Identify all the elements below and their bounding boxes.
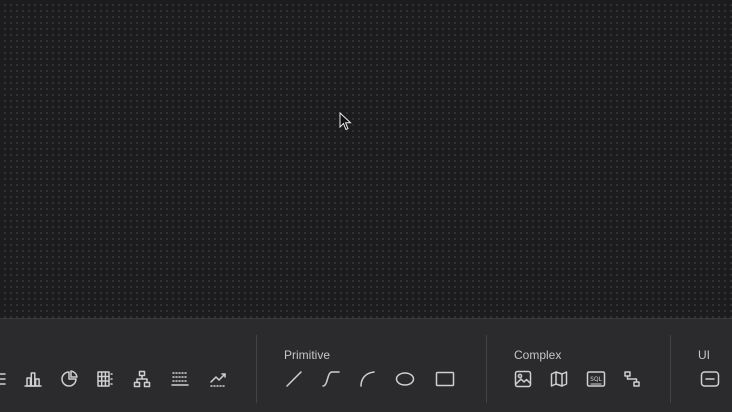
toolbar-divider bbox=[670, 335, 671, 403]
line-chart-icon bbox=[210, 373, 226, 387]
toolbar-divider bbox=[486, 335, 487, 403]
arc-icon bbox=[360, 371, 375, 387]
bottom-toolbar: Primitive Complex SQL UI bbox=[0, 318, 732, 412]
line-tool[interactable] bbox=[283, 368, 305, 390]
flow-icon bbox=[624, 371, 640, 387]
button-icon bbox=[700, 371, 720, 387]
hierarchy-icon bbox=[133, 370, 151, 388]
pie-chart-tool[interactable] bbox=[58, 368, 80, 390]
list-icon bbox=[0, 373, 6, 385]
table-icon bbox=[97, 371, 113, 387]
sql-tool[interactable]: SQL bbox=[585, 368, 607, 390]
group-label-primitive: Primitive bbox=[284, 348, 331, 362]
curve-icon bbox=[322, 371, 340, 387]
mouse-cursor-icon bbox=[339, 112, 352, 131]
rectangle-tool[interactable] bbox=[434, 368, 456, 390]
bar-chart-tool[interactable] bbox=[22, 368, 44, 390]
hierarchy-tool[interactable] bbox=[131, 368, 153, 390]
group-label-complex: Complex bbox=[514, 348, 562, 362]
list-tool[interactable] bbox=[0, 368, 10, 390]
line-icon bbox=[286, 371, 302, 387]
rectangle-icon bbox=[435, 371, 455, 387]
sql-icon-text: SQL bbox=[590, 376, 603, 383]
map-icon bbox=[550, 371, 568, 387]
table-tool[interactable] bbox=[94, 368, 116, 390]
arc-tool[interactable] bbox=[357, 368, 379, 390]
line-chart-tool[interactable] bbox=[207, 368, 229, 390]
sql-icon: SQL bbox=[586, 371, 606, 387]
image-icon bbox=[514, 370, 532, 388]
heatmap-icon bbox=[171, 372, 189, 386]
bar-chart-icon bbox=[24, 372, 42, 387]
button-tool[interactable] bbox=[699, 368, 721, 390]
pie-chart-icon bbox=[61, 370, 78, 387]
curve-tool[interactable] bbox=[320, 368, 342, 390]
ellipse-icon bbox=[395, 372, 415, 386]
heatmap-tool[interactable] bbox=[169, 368, 191, 390]
drawing-canvas[interactable] bbox=[0, 0, 732, 318]
flow-tool[interactable] bbox=[621, 368, 643, 390]
group-label-ui: UI bbox=[698, 348, 710, 362]
image-tool[interactable] bbox=[512, 368, 534, 390]
toolbar-divider bbox=[256, 335, 257, 403]
ellipse-tool[interactable] bbox=[394, 368, 416, 390]
map-tool[interactable] bbox=[548, 368, 570, 390]
